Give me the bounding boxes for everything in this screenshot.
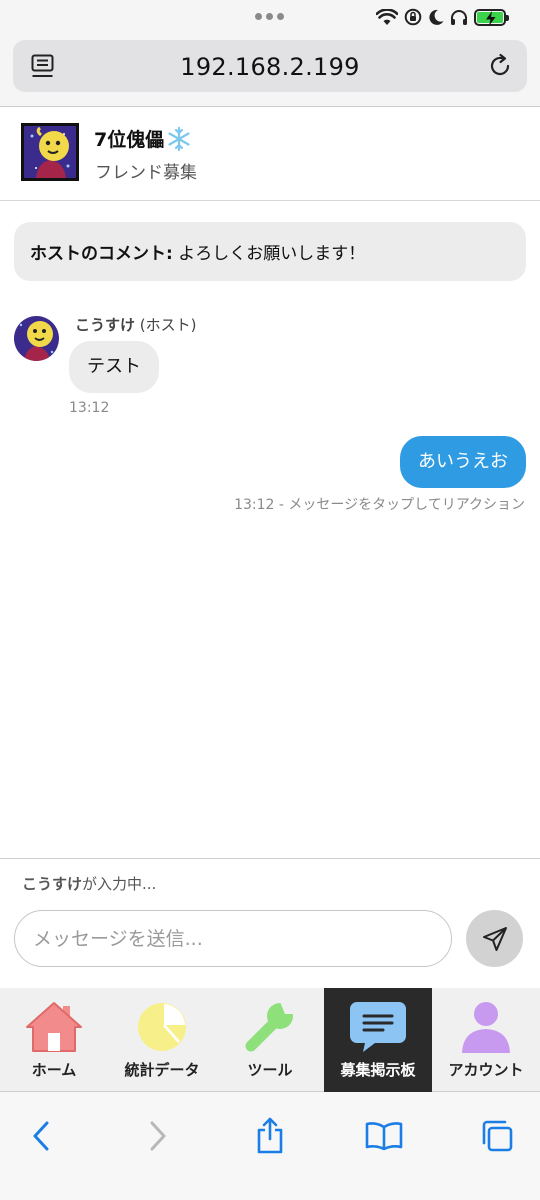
nav-item-board[interactable]: 募集掲示板 — [324, 988, 432, 1092]
home-icon — [26, 1002, 82, 1052]
sender-role: (ホスト) — [139, 316, 197, 334]
message-sender: こうすけ (ホスト) — [75, 314, 197, 335]
sender-name: こうすけ — [75, 316, 136, 334]
app-bottom-nav: ホーム 統計データ ツール 募集掲示板 アカウント — [0, 988, 540, 1092]
nav-item-stats[interactable]: 統計データ — [108, 988, 216, 1092]
url-text[interactable]: 192.168.2.199 — [13, 53, 527, 81]
bookmarks-button[interactable] — [362, 1114, 406, 1158]
tabs-icon — [482, 1120, 513, 1152]
wifi-icon — [376, 8, 398, 25]
battery-icon — [474, 8, 509, 26]
message-meta: 13:12 - メッセージをタップしてリアクション — [234, 497, 525, 513]
nav-label: ホーム — [31, 1061, 77, 1079]
typing-suffix: が入力中... — [82, 875, 157, 893]
host-comment-label: ホストのコメント: — [30, 244, 173, 264]
nav-label: アカウント — [448, 1061, 524, 1079]
reload-icon[interactable] — [487, 53, 513, 79]
share-icon — [257, 1117, 283, 1154]
chevron-right-icon — [150, 1121, 166, 1151]
person-icon — [462, 1002, 510, 1053]
snowflake-icon — [168, 126, 190, 151]
room-title: 7位傀儡 — [94, 125, 192, 152]
browser-address-area: 192.168.2.199 — [0, 34, 540, 107]
room-title-text: 7位傀儡 — [94, 129, 165, 151]
multitask-dots-icon — [255, 13, 284, 20]
nav-item-home[interactable]: ホーム — [0, 988, 108, 1092]
chevron-left-icon — [33, 1121, 49, 1151]
status-icons — [376, 6, 509, 28]
browser-toolbar — [0, 1092, 540, 1200]
composer: こうすけが入力中... — [0, 858, 540, 988]
status-bar — [0, 0, 540, 34]
typing-user: こうすけ — [22, 875, 83, 893]
pie-chart-icon — [138, 1003, 186, 1051]
nav-label: ツール — [247, 1061, 293, 1079]
headphones-icon — [451, 9, 467, 25]
rotation-lock-icon — [404, 8, 422, 26]
forward-button[interactable] — [136, 1114, 180, 1158]
address-bar[interactable]: 192.168.2.199 — [13, 40, 527, 92]
room-avatar — [21, 123, 79, 181]
back-button[interactable] — [19, 1114, 63, 1158]
send-icon — [482, 926, 507, 951]
nav-label: 募集掲示板 — [340, 1061, 416, 1079]
book-icon — [365, 1122, 403, 1151]
message-input[interactable] — [14, 910, 452, 967]
chat-bubble-icon — [350, 1002, 406, 1052]
nav-item-account[interactable]: アカウント — [432, 988, 540, 1092]
share-button[interactable] — [248, 1114, 292, 1158]
moon-icon — [429, 9, 444, 25]
avatar[interactable] — [14, 316, 59, 361]
tabs-button[interactable] — [475, 1114, 519, 1158]
room-header: 7位傀儡 フレンド募集 — [0, 107, 540, 201]
send-button[interactable] — [466, 910, 523, 967]
room-subtitle: フレンド募集 — [95, 163, 197, 183]
nav-label: 統計データ — [124, 1061, 200, 1079]
wrench-icon — [245, 1002, 295, 1052]
host-comment-text: よろしくお願いします！ — [178, 244, 366, 264]
message-timestamp: 13:12 — [69, 400, 110, 416]
typing-indicator: こうすけが入力中... — [22, 873, 156, 894]
message-bubble-incoming[interactable]: テスト — [69, 341, 159, 393]
host-comment: ホストのコメント: よろしくお願いします！ — [14, 222, 526, 281]
nav-item-tools[interactable]: ツール — [216, 988, 324, 1092]
message-bubble-outgoing[interactable]: あいうえお — [400, 436, 526, 488]
